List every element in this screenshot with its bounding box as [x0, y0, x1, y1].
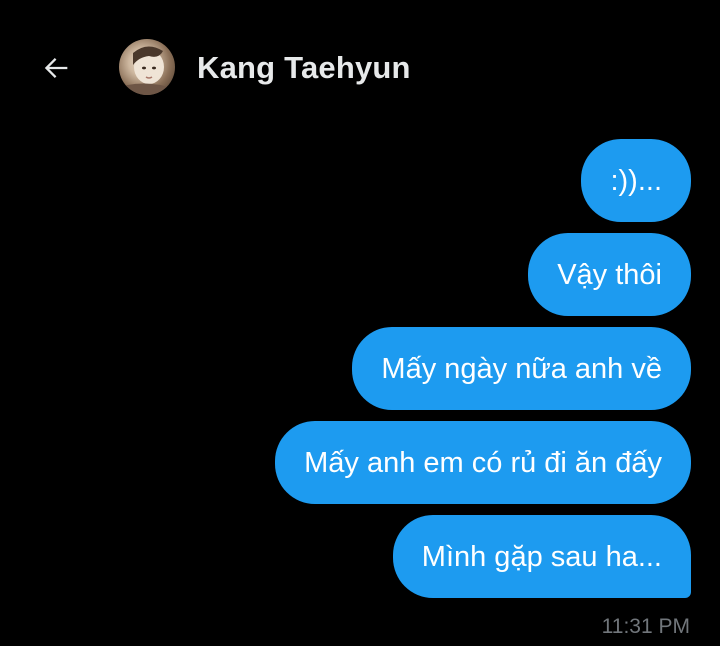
message-bubble[interactable]: Mình gặp sau ha...: [392, 515, 691, 598]
message-timestamp: 11:31 PM: [601, 615, 690, 638]
arrow-left-icon: [44, 58, 68, 78]
contact-name[interactable]: Kang Taehyun: [197, 50, 411, 86]
avatar[interactable]: [119, 39, 175, 95]
user-avatar: [119, 46, 175, 95]
conversation-header: Kang Taehyun: [0, 0, 720, 140]
message-bubble[interactable]: :))...: [581, 139, 691, 222]
message-bubble[interactable]: Vậy thôi: [528, 233, 691, 316]
message-bubble[interactable]: Mấy ngày nữa anh về: [352, 327, 691, 410]
message-bubble[interactable]: Mấy anh em có rủ đi ăn đấy: [275, 421, 691, 504]
message-list: :))... Vậy thôi Mấy ngày nữa anh về Mấy …: [31, 139, 691, 598]
back-button[interactable]: [32, 48, 80, 88]
